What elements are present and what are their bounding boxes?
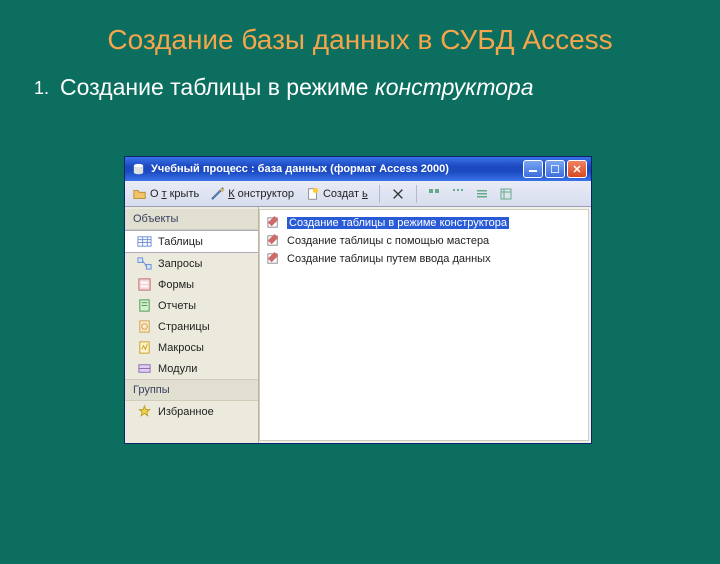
open-mnemonic: т [162, 188, 167, 200]
sidebar-label: Формы [158, 279, 194, 291]
list-item-label: Создание таблицы путем ввода данных [287, 253, 491, 265]
toolbar: Открыть Конструктор Создать [125, 181, 591, 207]
maximize-button[interactable] [545, 160, 565, 178]
list-item-label: Создание таблицы в режиме конструктора [287, 217, 509, 229]
wizard-icon [266, 251, 281, 266]
sidebar-item-tables[interactable]: Таблицы [125, 230, 258, 253]
sidebar-label: Модули [158, 363, 197, 375]
sidebar-item-favorites[interactable]: Избранное [125, 401, 258, 422]
view-details-button[interactable] [496, 187, 516, 201]
table-icon [137, 234, 152, 249]
sidebar: Объекты Таблицы Запросы Формы Отчеты Стр… [125, 207, 259, 443]
content-pane: Создание таблицы в режиме конструктора С… [259, 209, 589, 441]
design-button[interactable]: Конструктор [207, 186, 298, 202]
list-item-label: Создание таблицы с помощью мастера [287, 235, 489, 247]
create-button[interactable]: Создать [302, 186, 372, 202]
small-icons-icon [452, 188, 464, 200]
ruler-icon [211, 187, 225, 201]
sidebar-item-queries[interactable]: Запросы [125, 253, 258, 274]
delete-button[interactable] [387, 186, 409, 202]
create-label: Создат [323, 188, 359, 200]
module-icon [137, 361, 152, 376]
form-icon [137, 277, 152, 292]
query-icon [137, 256, 152, 271]
sidebar-label: Макросы [158, 342, 204, 354]
wizard-icon [266, 215, 281, 230]
create-mnemonic: ь [362, 188, 368, 200]
titlebar[interactable]: Учебный процесс : база данных (формат Ac… [125, 157, 591, 181]
open-label-post: крыть [170, 188, 200, 200]
toolbar-sep [379, 185, 380, 203]
large-icons-icon [428, 188, 440, 200]
sidebar-label: Отчеты [158, 300, 196, 312]
design-mnemonic: К [228, 188, 234, 200]
report-icon [137, 298, 152, 313]
sidebar-header-groups[interactable]: Группы [125, 379, 258, 401]
list-icon [476, 188, 488, 200]
sidebar-item-pages[interactable]: Страницы [125, 316, 258, 337]
open-icon [133, 187, 147, 201]
list-number: 1. [34, 74, 60, 101]
favorites-icon [137, 404, 152, 419]
sidebar-item-forms[interactable]: Формы [125, 274, 258, 295]
sidebar-item-modules[interactable]: Модули [125, 358, 258, 379]
sidebar-label: Запросы [158, 258, 202, 270]
open-label-pre: О [150, 188, 159, 200]
macro-icon [137, 340, 152, 355]
sidebar-item-macros[interactable]: Макросы [125, 337, 258, 358]
sidebar-header-objects[interactable]: Объекты [125, 209, 258, 230]
subtitle: 1. Создание таблицы в режиме конструктор… [34, 74, 720, 101]
subtitle-text: Создание таблицы в режиме конструктора [60, 74, 534, 101]
window-body: Объекты Таблицы Запросы Формы Отчеты Стр… [125, 207, 591, 443]
sidebar-label: Избранное [158, 406, 214, 418]
sidebar-label: Таблицы [158, 236, 203, 248]
list-item-create-design[interactable]: Создание таблицы в режиме конструктора [262, 214, 586, 231]
list-item-create-data[interactable]: Создание таблицы путем ввода данных [262, 250, 586, 267]
view-large-button[interactable] [424, 187, 444, 201]
window-title: Учебный процесс : база данных (формат Ac… [151, 163, 521, 175]
delete-icon [391, 187, 405, 201]
view-list-button[interactable] [472, 187, 492, 201]
slide-title: Создание базы данных в СУБД Access [0, 24, 720, 56]
subtitle-part-a: Создание таблицы в режиме [60, 74, 375, 100]
minimize-button[interactable] [523, 160, 543, 178]
access-window: Учебный процесс : база данных (формат Ac… [124, 156, 592, 444]
page-icon [137, 319, 152, 334]
wizard-icon [266, 233, 281, 248]
details-icon [500, 188, 512, 200]
sidebar-item-reports[interactable]: Отчеты [125, 295, 258, 316]
close-button[interactable]: ✕ [567, 160, 587, 178]
subtitle-em: конструктора [375, 74, 534, 100]
design-label: онструктор [238, 188, 294, 200]
open-button[interactable]: Открыть [129, 186, 203, 202]
new-icon [306, 187, 320, 201]
sidebar-label: Страницы [158, 321, 210, 333]
view-small-button[interactable] [448, 187, 468, 201]
toolbar-sep2 [416, 185, 417, 203]
list-item-create-wizard[interactable]: Создание таблицы с помощью мастера [262, 232, 586, 249]
database-icon [131, 162, 146, 177]
